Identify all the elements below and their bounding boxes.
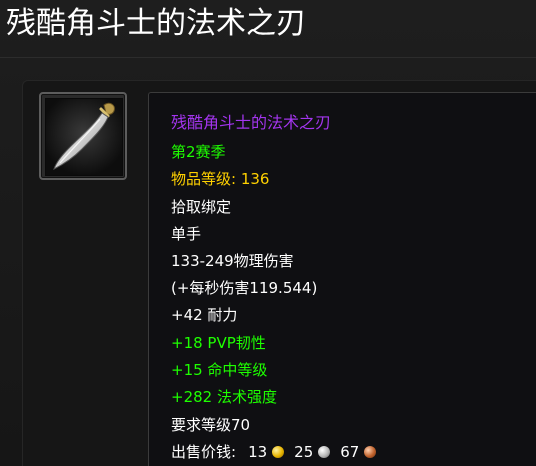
title-divider [0,57,536,58]
sell-price-silver: 25 [294,443,314,461]
gold-coin-icon [272,446,285,458]
dagger-icon [45,98,123,176]
stat-hit: +15 命中等级 [171,361,268,379]
item-dps: (+每秒伤害119.544) [171,279,318,297]
item-level-value: 136 [240,170,270,188]
stat-spell-power: +282 法术强度 [171,388,277,406]
sell-price-label: 出售价钱: [171,443,237,461]
sell-price: 出售价钱: 13 25 67 [171,442,386,462]
page-title: 残酷角斗士的法术之刃 [6,6,306,41]
item-damage: 133-249物理伤害 [171,252,294,270]
sell-price-gold: 13 [248,443,268,461]
item-slot: 单手 [171,225,202,243]
item-icon-frame[interactable] [39,92,127,180]
stat-stamina: +42 耐力 [171,306,238,324]
item-level-label: 物品等级: [171,170,237,188]
page: 残酷角斗士的法术之刃 残酷角斗士的法术之刃 第2赛季 物品等级: 136 拾取绑… [0,0,536,466]
sell-price-copper: 67 [340,443,360,461]
item-required-level: 要求等级70 [171,416,251,434]
item-binding: 拾取绑定 [171,198,232,216]
item-level: 物品等级: 136 [171,169,269,189]
stat-resilience: +18 PVP韧性 [171,334,266,352]
item-name: 残酷角斗士的法术之刃 [171,113,332,132]
item-tooltip: 残酷角斗士的法术之刃 第2赛季 物品等级: 136 拾取绑定 单手 133-24… [148,92,536,466]
silver-coin-icon [318,446,331,458]
copper-coin-icon [364,446,377,458]
item-season: 第2赛季 [171,143,226,161]
